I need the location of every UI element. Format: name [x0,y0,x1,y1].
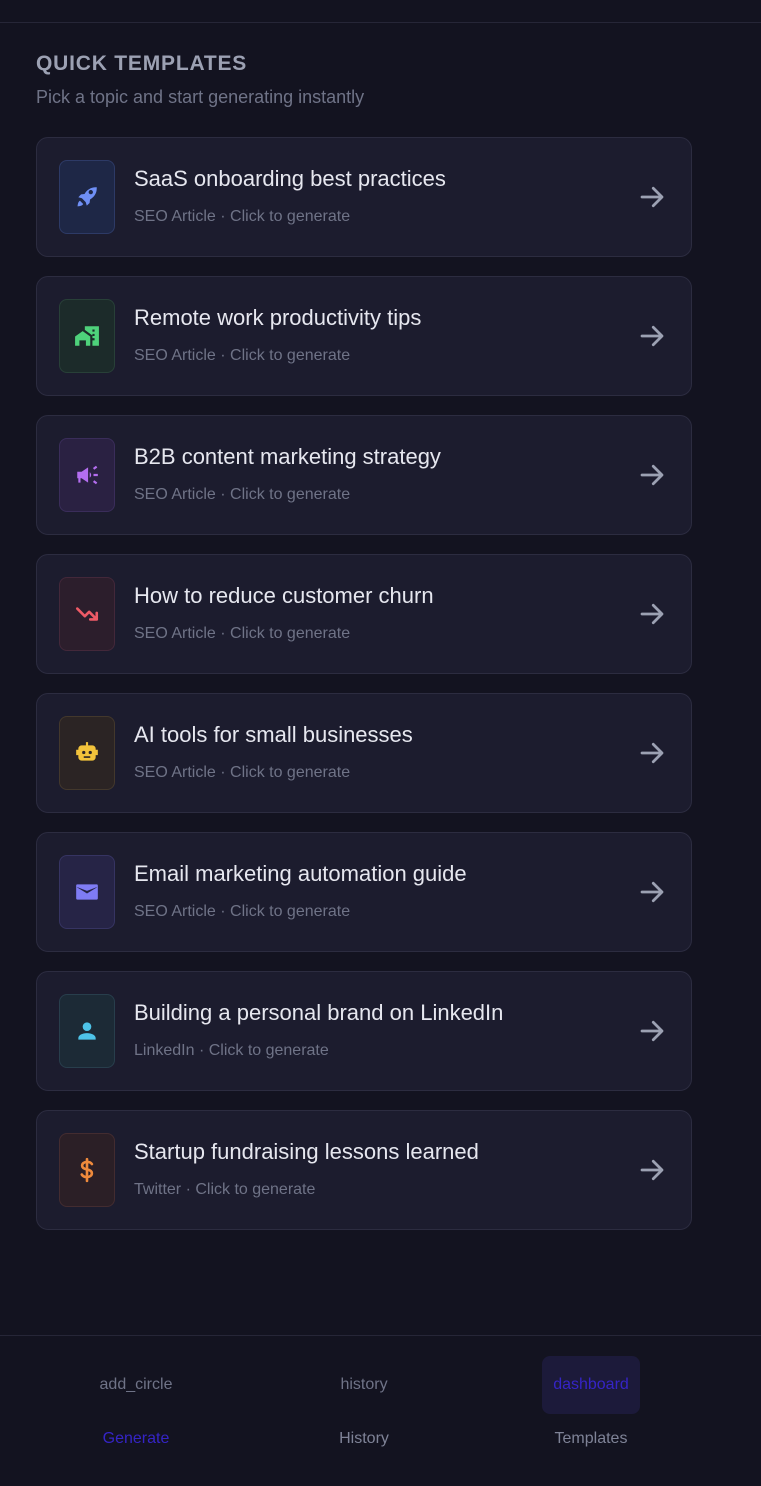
history-icon: history [340,1376,388,1393]
template-list: SaaS onboarding best practices SEO Artic… [36,137,692,1249]
arrow-right-icon[interactable] [637,599,667,629]
bottom-nav: add_circle Generate history History dash… [0,1335,761,1486]
template-icon-box [59,855,115,929]
template-icon-box [59,1133,115,1207]
template-subtitle: SEO Article · Click to generate [134,486,351,503]
nav-item-generate[interactable]: add_circle Generate [56,1356,216,1466]
template-title: SaaS onboarding best practices [134,166,446,191]
template-title: How to reduce customer churn [134,583,434,608]
nav-label: Templates [554,1430,628,1447]
nav-label: Generate [102,1430,170,1447]
section-header: QUICK TEMPLATES Pick a topic and start g… [36,52,364,108]
section-title: QUICK TEMPLATES [36,52,248,75]
template-card[interactable]: Email marketing automation guide SEO Art… [36,832,692,952]
template-icon-box [59,438,115,512]
template-subtitle: SEO Article · Click to generate [134,347,351,364]
template-card[interactable]: B2B content marketing strategy SEO Artic… [36,415,692,535]
arrow-right-icon[interactable] [637,1016,667,1046]
dashboard-icon: dashboard [553,1376,629,1393]
template-icon-box [59,577,115,651]
template-card[interactable]: Startup fundraising lessons learned Twit… [36,1110,692,1230]
template-subtitle: SEO Article · Click to generate [134,625,351,642]
template-icon-box [59,716,115,790]
template-card[interactable]: AI tools for small businesses SEO Articl… [36,693,692,813]
arrow-right-icon[interactable] [637,460,667,490]
nav-label: History [339,1430,389,1447]
section-subtitle: Pick a topic and start generating instan… [36,87,365,107]
nav-item-history[interactable]: history History [284,1356,444,1466]
nav-icon-container: history [315,1356,413,1414]
nav-icon-container: add_circle [87,1356,185,1414]
template-subtitle: SEO Article · Click to generate [134,764,351,781]
home-work-icon [75,326,99,346]
arrow-right-icon[interactable] [637,321,667,351]
arrow-right-icon[interactable] [637,738,667,768]
add-circle-icon: add_circle [99,1376,173,1393]
trending-down-icon [75,607,99,621]
template-card[interactable]: SaaS onboarding best practices SEO Artic… [36,137,692,257]
template-subtitle: Twitter · Click to generate [134,1181,316,1198]
template-title: AI tools for small businesses [134,722,413,747]
arrow-right-icon[interactable] [637,182,667,212]
rocket-icon [77,187,97,207]
arrow-right-icon[interactable] [637,1155,667,1185]
template-card[interactable]: Remote work productivity tips SEO Articl… [36,276,692,396]
template-title: Email marketing automation guide [134,861,467,886]
template-card[interactable]: How to reduce customer churn SEO Article… [36,554,692,674]
template-subtitle: SEO Article · Click to generate [134,903,351,920]
template-subtitle: SEO Article · Click to generate [134,208,351,225]
template-icon-box [59,299,115,373]
nav-icon-container: dashboard [542,1356,640,1414]
person-icon [78,1022,96,1040]
nav-item-templates[interactable]: dashboard Templates [511,1356,671,1466]
dollar-icon [80,1157,94,1183]
template-title: Building a personal brand on LinkedIn [134,1000,504,1025]
top-divider [0,22,761,23]
arrow-right-icon[interactable] [637,877,667,907]
template-title: Remote work productivity tips [134,305,422,330]
mail-icon [76,884,98,900]
robot-icon [76,742,98,761]
campaign-icon [77,465,98,485]
template-icon-box [59,994,115,1068]
template-title: Startup fundraising lessons learned [134,1139,479,1164]
template-card[interactable]: Building a personal brand on LinkedIn Li… [36,971,692,1091]
template-icon-box [59,160,115,234]
template-title: B2B content marketing strategy [134,444,441,469]
template-subtitle: LinkedIn · Click to generate [134,1042,329,1059]
